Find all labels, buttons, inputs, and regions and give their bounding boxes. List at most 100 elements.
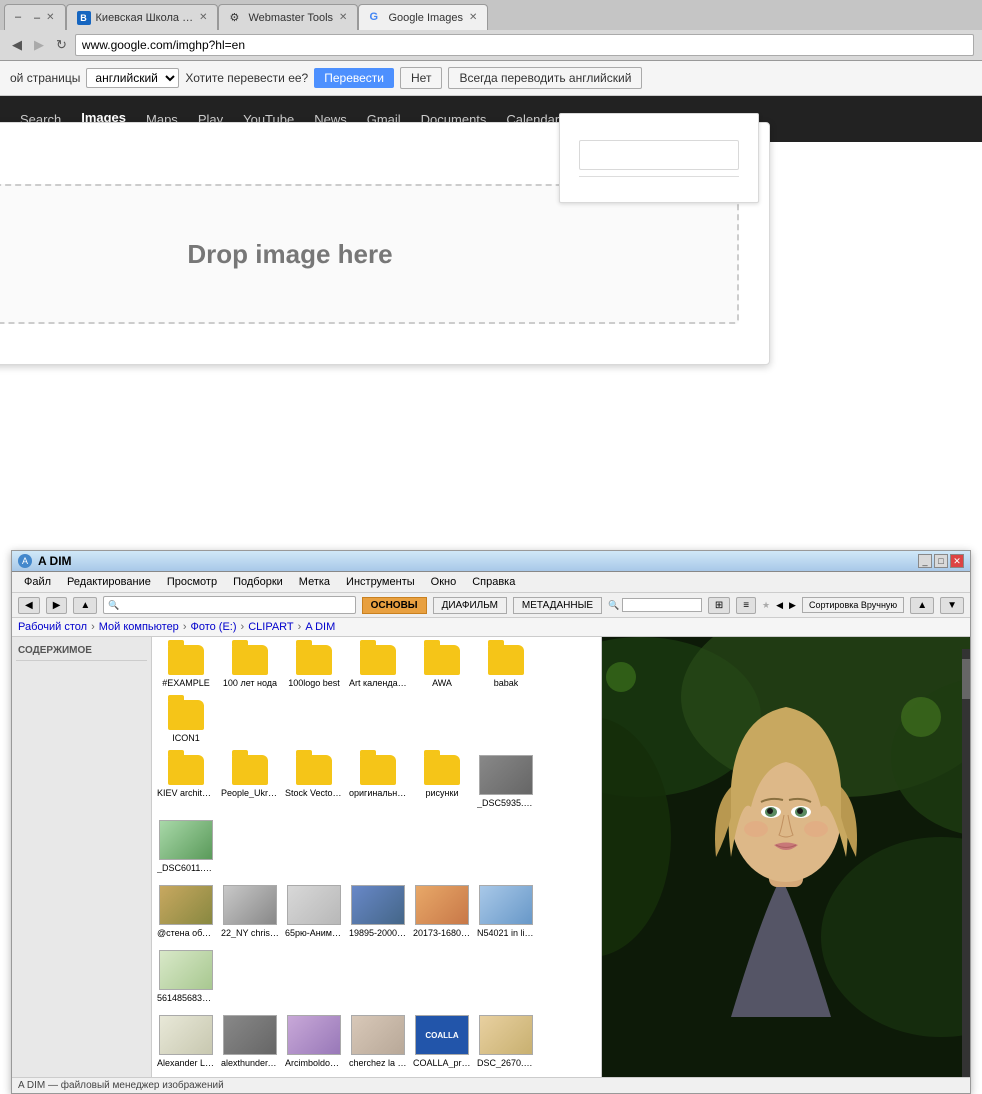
list-item[interactable]: _DSC5935.JPG: [476, 751, 536, 812]
fm-toolbar-forward[interactable]: ▶: [46, 597, 68, 614]
no-translate-button[interactable]: Нет: [400, 67, 442, 89]
fm-sidebar: СОДЕРЖИМОЕ: [12, 637, 152, 1077]
list-item[interactable]: Arcimboldovarten raz.jpg: [284, 1011, 344, 1072]
fm-menu-collections[interactable]: Подборки: [225, 574, 291, 590]
always-translate-button[interactable]: Всегда переводить английский: [448, 67, 642, 89]
fm-menu-file[interactable]: Файл: [16, 574, 59, 590]
item-label: babak: [494, 678, 519, 688]
item-label: Art календарь и р апреля: [349, 678, 407, 688]
tab-2-close[interactable]: ✕: [199, 12, 207, 23]
fm-prev-btn[interactable]: ◀: [776, 600, 783, 611]
list-item[interactable]: N54021 in line.jpg: [476, 881, 536, 942]
fm-tab-main[interactable]: ОСНОВЫ: [362, 597, 427, 614]
list-item[interactable]: cherchez la femme! _root _krasob.jpg: [348, 1011, 408, 1072]
list-item[interactable]: оригинальные ва ши: [348, 751, 408, 812]
fm-addr-clipart[interactable]: CLIPART: [248, 621, 293, 633]
list-item[interactable]: @стена объявлени й0.jpg: [156, 881, 216, 942]
list-item[interactable]: #EXAMPLE: [156, 641, 216, 692]
list-item[interactable]: KIEV architech: [156, 751, 216, 812]
fm-sort-asc[interactable]: ▲: [910, 597, 934, 614]
list-item[interactable]: 22_NY christmas J ane fleck.gif: [220, 881, 280, 942]
fm-addr-adim[interactable]: A DIM: [305, 621, 335, 633]
list-item[interactable]: 19895-2000x2000 _root .jpg: [348, 881, 408, 942]
list-item[interactable]: AWA: [412, 641, 472, 692]
image-thumbnail: [479, 1015, 533, 1055]
tab-3-close[interactable]: ✕: [339, 12, 347, 23]
fm-preview-panel: ПРОСМОТР: [602, 637, 970, 1077]
folder-icon: [168, 645, 204, 675]
list-item[interactable]: 65рю-Анимацион ая_фо...вющих.gif: [284, 881, 344, 942]
image-thumbnail: [223, 885, 277, 925]
list-item[interactable]: рисунки: [412, 751, 472, 812]
image-thumbnail: [479, 755, 533, 795]
fm-menu-help[interactable]: Справка: [464, 574, 523, 590]
fm-tab-metadata[interactable]: МЕТАДАННЫЕ: [513, 597, 602, 614]
drop-zone[interactable]: Drop image here: [0, 184, 739, 324]
list-item[interactable]: 100logo best: [284, 641, 344, 692]
tab-1-close[interactable]: ✕: [46, 12, 54, 23]
fm-menu-tools[interactable]: Инструменты: [338, 574, 423, 590]
fm-toolbar: ◀ ▶ ▲ 🔍 ОСНОВЫ ДИАФИЛЬМ МЕТАДАННЫЕ 🔍 ⊞ ≡…: [12, 593, 970, 618]
fm-menu-mark[interactable]: Метка: [291, 574, 338, 590]
tab-3[interactable]: ⚙ Webmaster Tools ✕: [218, 4, 358, 30]
fm-view-list[interactable]: ≡: [736, 597, 756, 614]
fm-toolbar-up[interactable]: ▲: [73, 597, 97, 614]
fm-sort-label[interactable]: Сортировка Вручную: [802, 597, 904, 613]
fm-toolbar-back[interactable]: ◀: [18, 597, 40, 614]
drop-text: Drop image here: [187, 239, 392, 270]
list-item[interactable]: 5614856838_3d5674 ddc5_z.jpg: [156, 946, 216, 1007]
list-item[interactable]: Art календарь и р апреля: [348, 641, 408, 692]
fm-image-row-2: Alexander Lavinio Manga..._2011.jpg alex…: [156, 1011, 597, 1077]
list-item[interactable]: Stock Vector - Ban ner & Wa...ments S: [284, 751, 344, 812]
list-item[interactable]: COALLA COALLA_present in ortfale.pdf: [412, 1011, 472, 1072]
folder-icon: [488, 645, 524, 675]
preview-scrollbar[interactable]: [962, 649, 970, 1077]
fm-menu-edit[interactable]: Редактирование: [59, 574, 159, 590]
fm-next-btn[interactable]: ▶: [789, 600, 796, 611]
fm-addr-desktop[interactable]: Рабочий стол: [18, 621, 87, 633]
folder-icon: [424, 645, 460, 675]
list-item[interactable]: 20173-1680x1050 _root .jpg: [412, 881, 472, 942]
fm-addr-mycomp[interactable]: Мой компьютер: [99, 621, 179, 633]
list-item[interactable]: DSC_2670.JPG: [476, 1011, 536, 1072]
list-item[interactable]: _DSC6011.JPG: [156, 816, 216, 877]
tab-2[interactable]: B Киевская Школа … ✕: [66, 4, 219, 30]
translate-button[interactable]: Перевести: [314, 68, 394, 88]
tab-1[interactable]: – – ✕: [4, 4, 66, 30]
list-item[interactable]: Enzo Mari 1.jpg: [156, 1076, 216, 1077]
list-item[interactable]: alexthunder.jpg: [220, 1011, 280, 1072]
list-item[interactable]: Alexander Lavinio Manga..._2011.jpg: [156, 1011, 216, 1072]
item-label: Stock Vector - Ban ner & Wa...ments S: [285, 788, 343, 798]
small-search-input[interactable]: [579, 140, 739, 170]
list-item[interactable]: 100 лет нода: [220, 641, 280, 692]
address-input[interactable]: [75, 34, 974, 56]
fm-close-button[interactable]: ✕: [950, 554, 964, 568]
fm-minimize-button[interactable]: _: [918, 554, 932, 568]
back-button[interactable]: ◀: [8, 35, 26, 55]
tab-4[interactable]: G Google Images ✕: [358, 4, 488, 30]
list-item[interactable]: People_Ukraine: [220, 751, 280, 812]
list-item[interactable]: babak: [476, 641, 536, 692]
language-select[interactable]: английский: [86, 68, 179, 88]
small-search-box: [559, 113, 759, 203]
fm-tab-slideshow[interactable]: ДИАФИЛЬМ: [433, 597, 507, 614]
fm-menu-view[interactable]: Просмотр: [159, 574, 225, 590]
fm-star-btn[interactable]: ★: [762, 600, 770, 611]
image-thumbnail: [479, 885, 533, 925]
fm-folder-row-2: KIEV architech People_Ukraine Stock Vect…: [156, 751, 597, 877]
tab-4-close[interactable]: ✕: [469, 12, 477, 23]
fm-maximize-button[interactable]: □: [934, 554, 948, 568]
item-label: 20173-1680x1050 _root .jpg: [413, 928, 471, 938]
fm-addr-photo[interactable]: Фото (E:): [190, 621, 236, 633]
scrollbar-thumb[interactable]: [962, 659, 970, 699]
translate-bar: ой страницы английский Хотите перевести …: [0, 61, 982, 96]
fm-menu-window[interactable]: Окно: [423, 574, 465, 590]
list-item[interactable]: ICON1: [156, 696, 216, 747]
folder-icon: [168, 700, 204, 730]
fm-search-input-small[interactable]: 🔍: [608, 598, 702, 612]
fm-view-grid[interactable]: ⊞: [708, 597, 730, 614]
fm-sort-desc[interactable]: ▼: [940, 597, 964, 614]
forward-button[interactable]: ▶: [30, 35, 48, 55]
reload-button[interactable]: ↻: [52, 35, 71, 55]
folder-icon: [424, 755, 460, 785]
